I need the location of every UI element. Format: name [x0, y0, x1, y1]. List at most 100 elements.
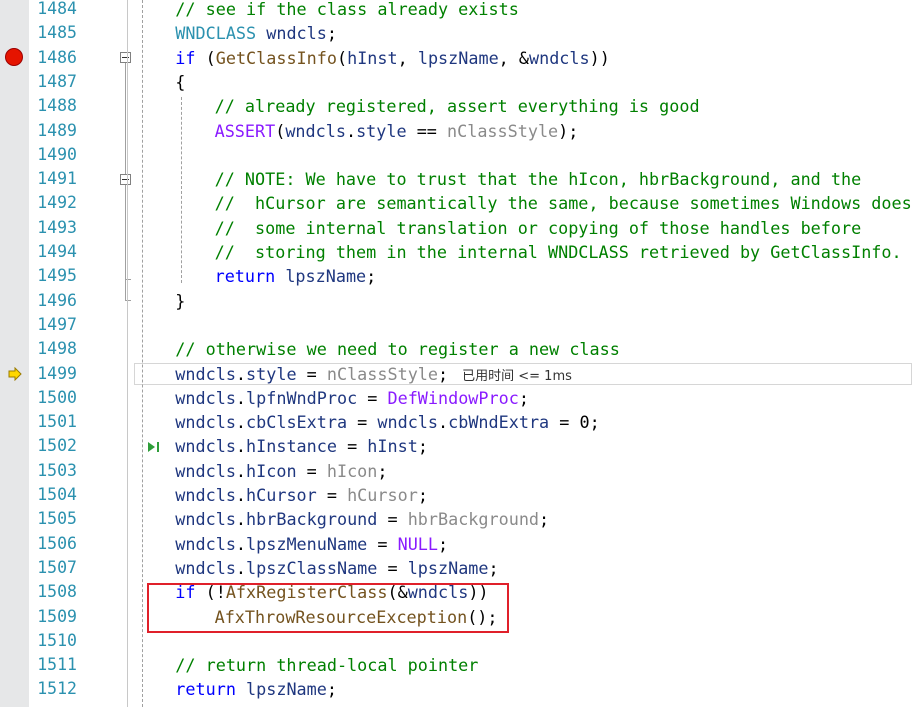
code-line[interactable]: wndcls.lpfnWndProc = DefWindowProc;	[175, 386, 529, 410]
code-line[interactable]: wndcls.hbrBackground = hbrBackground;	[175, 507, 549, 531]
code-line[interactable]: // some internal translation or copying …	[215, 216, 862, 240]
code-token: lpfnWndProc	[246, 387, 358, 408]
code-token: wndcls	[175, 509, 236, 530]
code-line[interactable]: // storing them in the internal WNDCLASS…	[215, 240, 902, 264]
code-token: hIcon	[326, 460, 378, 481]
line-number: 1505	[37, 509, 77, 529]
code-token: );	[558, 120, 579, 141]
line-number: 1502	[37, 436, 77, 456]
line-number: 1495	[37, 266, 77, 286]
code-line[interactable]: return lpszName;	[215, 264, 377, 288]
code-line[interactable]: wndcls.lpszMenuName = NULL;	[175, 532, 448, 556]
line-number: 1497	[37, 314, 77, 334]
code-line[interactable]: if (GetClassInfo(hInst, lpszName, &wndcl…	[175, 46, 610, 70]
line-number: 1484	[37, 0, 77, 18]
code-token: hInst	[367, 436, 418, 457]
code-line[interactable]: ASSERT(wndcls.style == nClassStyle);	[215, 119, 579, 143]
code-token: ;	[326, 679, 337, 700]
code-token: .	[235, 533, 247, 554]
code-line[interactable]: wndcls.cbClsExtra = wndcls.cbWndExtra = …	[175, 410, 599, 434]
code-token: , &	[498, 47, 529, 68]
code-line[interactable]: return lpszName;	[175, 677, 337, 701]
code-token: (	[275, 120, 286, 141]
code-token: // storing them in the internal WNDCLASS…	[214, 242, 902, 262]
code-token: NULL	[397, 533, 439, 554]
code-token: lpszMenuName	[246, 533, 368, 554]
code-token: style	[356, 120, 407, 141]
indent-guide	[181, 97, 182, 283]
code-token: {	[175, 71, 186, 92]
code-line[interactable]: // see if the class already exists	[175, 0, 519, 21]
code-token: wndcls	[377, 412, 439, 433]
code-token: .	[438, 412, 449, 433]
code-token: ;	[417, 485, 428, 505]
collapse-icon[interactable]	[120, 174, 131, 185]
indent-guide	[142, 0, 143, 707]
code-token: hCursor	[347, 485, 418, 505]
code-token: ))	[589, 47, 610, 68]
code-line[interactable]: wndcls.lpszClassName = lpszName;	[175, 556, 498, 580]
code-token: lpszName	[246, 679, 327, 700]
current-statement-arrow-icon	[8, 367, 22, 381]
line-number: 1489	[37, 120, 77, 140]
code-line[interactable]: // hCursor are semantically the same, be…	[215, 191, 912, 215]
collapse-icon[interactable]	[120, 52, 131, 63]
code-line[interactable]: WNDCLASS wndcls;	[175, 21, 337, 45]
code-line[interactable]: }	[175, 289, 185, 313]
code-line[interactable]: wndcls.hIcon = hIcon;	[175, 459, 387, 483]
code-token: cbClsExtra	[246, 412, 348, 433]
line-number: 1498	[37, 339, 77, 359]
code-line[interactable]: // otherwise we need to register a new c…	[175, 337, 620, 361]
code-line[interactable]: // return thread-local pointer	[175, 653, 478, 677]
perf-tip[interactable]: 已用时间 <= 1ms	[462, 369, 572, 384]
code-token: .	[235, 412, 247, 433]
glyph-margin[interactable]	[0, 0, 29, 707]
code-token: ==	[406, 120, 448, 141]
code-token: = 0;	[549, 412, 600, 433]
outlining-margin	[116, 0, 136, 707]
code-token: lpszName	[417, 47, 499, 68]
code-line[interactable]: wndcls.hCursor = hCursor;	[175, 483, 428, 507]
code-token: nClassStyle	[326, 363, 439, 384]
code-token: .	[235, 460, 247, 481]
code-token: hCursor	[246, 485, 317, 505]
code-token: wndcls	[175, 485, 236, 505]
code-token: wndcls	[285, 120, 346, 141]
line-number: 1503	[37, 460, 77, 480]
code-editor[interactable]: 1484 1485 1486 1487 1488 1489 1490 1491 1492 1493…	[0, 0, 912, 707]
line-number: 1504	[37, 485, 77, 504]
code-line[interactable]: // already registered, assert everything…	[215, 94, 700, 118]
code-token: style	[246, 363, 297, 384]
code-line[interactable]: {	[175, 70, 185, 94]
code-token: return	[214, 266, 276, 287]
code-line[interactable]: wndcls.style = nClassStyle; 已用时间 <= 1ms	[175, 362, 572, 386]
code-token: // already registered, assert everything…	[214, 96, 700, 117]
code-token: cbWndExtra	[448, 412, 550, 433]
code-token: =	[316, 485, 348, 505]
code-token: ;	[377, 460, 388, 481]
line-number: 1492	[37, 193, 77, 213]
code-token: .	[345, 120, 357, 141]
code-token: GetClassInfo	[215, 47, 337, 68]
line-number: 1507	[37, 557, 77, 577]
red-highlight-box	[147, 583, 509, 633]
code-token: ;	[518, 387, 529, 408]
line-number: 1510	[37, 630, 77, 650]
code-token: // otherwise we need to register a new c…	[175, 339, 620, 360]
code-token: wndcls	[175, 363, 236, 384]
line-number: 1512	[37, 679, 77, 699]
code-token: ;	[438, 533, 449, 554]
code-token: wndcls	[175, 533, 236, 554]
code-token: lpszName	[407, 557, 489, 578]
line-number: 1486	[37, 47, 77, 67]
code-token: wndcls	[266, 23, 327, 44]
code-token: =	[377, 557, 408, 578]
code-token: // hCursor are semantically the same, be…	[214, 193, 912, 214]
line-number: 1509	[37, 606, 77, 626]
code-line[interactable]: wndcls.hInstance = hInst;	[175, 434, 428, 458]
code-line[interactable]: // NOTE: We have to trust that the hIcon…	[215, 167, 862, 191]
breakpoint-icon[interactable]	[5, 48, 23, 66]
line-number: 1487	[37, 71, 77, 91]
